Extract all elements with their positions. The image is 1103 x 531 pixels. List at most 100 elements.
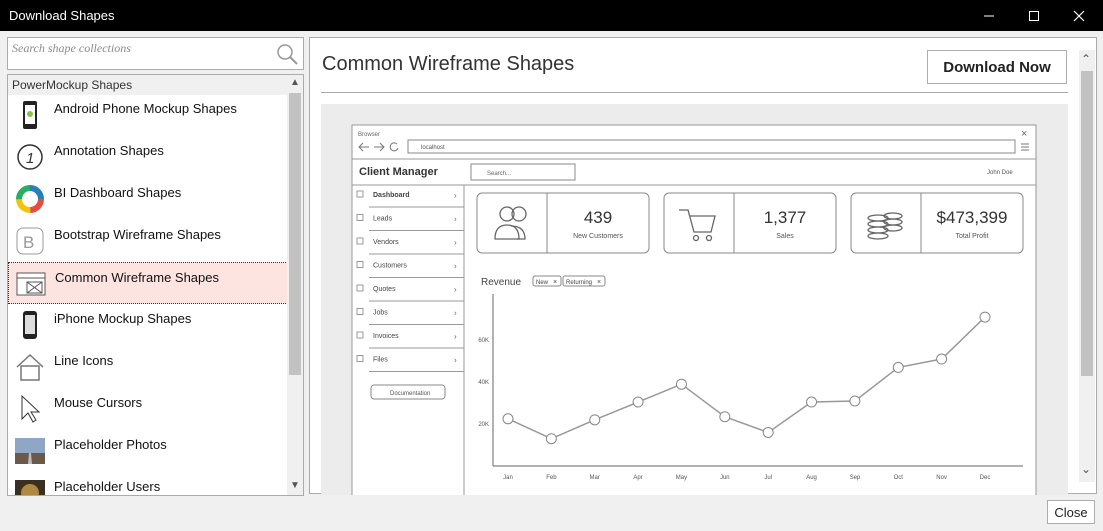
y-tick-label: 40K: [478, 380, 489, 386]
data-point: [979, 311, 991, 323]
collection-title: Common Wireframe Shapes: [322, 53, 575, 75]
x-tick-label: Jul: [764, 475, 772, 481]
list-item-label: iPhone Mockup Shapes: [54, 311, 192, 326]
download-now-button[interactable]: Download Now: [927, 50, 1067, 84]
data-point: [762, 426, 774, 438]
x-tick-label: May: [676, 475, 687, 481]
tag-close-icon: ×: [597, 279, 601, 286]
revenue-label: Revenue: [481, 277, 521, 288]
browser-url: localhost: [421, 145, 445, 151]
nav-item: Invoices: [373, 333, 399, 340]
wireframe-icon: [16, 272, 46, 296]
data-point: [719, 411, 731, 423]
search-icon[interactable]: [275, 42, 299, 66]
list-item-label: Line Icons: [54, 353, 114, 368]
list-item[interactable]: Common Wireframe Shapes: [8, 262, 288, 304]
list-item[interactable]: Line Icons: [8, 346, 288, 388]
minimize-button[interactable]: [966, 0, 1012, 31]
close-button[interactable]: Close: [1047, 500, 1095, 524]
x-tick-label: Apr: [633, 475, 642, 481]
android-phone-icon: [23, 101, 37, 129]
x-tick-label: Nov: [936, 475, 947, 481]
close-window-button[interactable]: [1056, 0, 1102, 31]
nav-chevron-icon: ›: [454, 238, 457, 247]
list-item-label: Placeholder Users: [54, 479, 161, 494]
x-tick-label: Aug: [806, 475, 817, 481]
svg-text:1: 1: [26, 150, 34, 167]
nav-item: Customers: [373, 263, 407, 270]
x-tick-label: Oct: [894, 475, 904, 481]
documentation-button: Documentation: [390, 391, 430, 397]
filter-tag-label: Returning: [566, 280, 592, 286]
x-tick-label: Mar: [590, 475, 600, 481]
app-user: John Doe: [987, 170, 1013, 176]
preview-scrollbar[interactable]: ⌃ ⌄: [1079, 50, 1095, 482]
nav-chevron-icon: ›: [454, 262, 457, 271]
y-tick-label: 60K: [478, 338, 489, 344]
y-tick-label: 20K: [478, 422, 489, 428]
annotation-icon: 1: [17, 144, 43, 170]
stat-value: $473,399: [937, 208, 1008, 227]
list-item-label: Placeholder Photos: [54, 437, 167, 452]
stat-label: Sales: [776, 233, 794, 240]
maximize-icon: [1029, 10, 1039, 21]
app-search: Search...: [487, 171, 511, 177]
nav-chevron-icon: ›: [454, 309, 457, 318]
nav-chevron-icon: ›: [454, 332, 457, 341]
list-item[interactable]: Android Phone Mockup Shapes: [8, 94, 288, 136]
detail-pane: Common Wireframe Shapes Download Now Bro…: [309, 37, 1097, 495]
list-item-label: Android Phone Mockup Shapes: [54, 101, 237, 116]
window-title: Download Shapes: [9, 8, 115, 23]
list-item[interactable]: Placeholder Photos: [8, 430, 288, 472]
filter-tag-label: New: [536, 280, 549, 286]
scrollbar-thumb[interactable]: [1081, 71, 1093, 376]
preview-image: Browser × localhost Client Manager Searc…: [321, 104, 1068, 495]
nav-item: Vendors: [373, 239, 399, 246]
x-tick-label: Jan: [503, 475, 513, 481]
svg-text:B: B: [23, 233, 34, 252]
data-point: [632, 396, 644, 408]
stat-card: [476, 192, 650, 254]
list-item[interactable]: B Bootstrap Wireframe Shapes: [8, 220, 288, 262]
collections-list[interactable]: PowerMockup Shapes Android Phone Mockup …: [7, 74, 304, 496]
data-point: [545, 433, 557, 445]
photo-icon: [15, 438, 45, 464]
x-tick-label: Feb: [546, 475, 557, 481]
list-item-label: Common Wireframe Shapes: [55, 270, 219, 285]
scroll-up-icon[interactable]: ⌃: [1081, 52, 1091, 66]
nav-chevron-icon: ›: [454, 356, 457, 365]
divider: [321, 92, 1068, 93]
wireframe-preview: Browser × localhost Client Manager Searc…: [351, 124, 1037, 495]
stat-label: New Customers: [573, 233, 623, 240]
scroll-up-icon[interactable]: ▲: [290, 77, 300, 88]
data-point: [892, 361, 904, 373]
list-item[interactable]: BI Dashboard Shapes: [8, 178, 288, 220]
stat-card: [663, 192, 837, 254]
collections-pane: Search shape collections PowerMockup Sha…: [7, 37, 304, 496]
scroll-down-icon[interactable]: ▼: [290, 480, 300, 491]
list-item[interactable]: Mouse Cursors: [8, 388, 288, 430]
minimize-icon: [984, 15, 994, 16]
nav-item: Dashboard: [373, 192, 410, 199]
list-item-label: BI Dashboard Shapes: [54, 185, 182, 200]
nav-item: Jobs: [373, 310, 388, 317]
bootstrap-icon: B: [16, 227, 44, 255]
list-item-label: Annotation Shapes: [54, 143, 164, 158]
scrollbar-thumb[interactable]: [289, 93, 301, 375]
x-tick-label: Dec: [980, 475, 991, 481]
list-item[interactable]: Placeholder Users: [8, 472, 288, 495]
iphone-icon: [23, 311, 37, 339]
donut-chart-icon: [16, 185, 44, 213]
list-scrollbar[interactable]: ▲ ▼: [287, 75, 303, 495]
list-item[interactable]: iPhone Mockup Shapes: [8, 304, 288, 346]
x-tick-label: Sep: [850, 475, 861, 481]
data-point: [806, 396, 818, 408]
data-point: [502, 413, 514, 425]
maximize-button[interactable]: [1011, 0, 1057, 31]
cursor-icon: [21, 394, 41, 423]
scroll-down-icon[interactable]: ⌄: [1081, 462, 1091, 476]
search-input[interactable]: Search shape collections: [7, 37, 304, 70]
stat-label: Total Profit: [955, 233, 988, 240]
list-item-label: Mouse Cursors: [54, 395, 143, 410]
list-item[interactable]: 1 Annotation Shapes: [8, 136, 288, 178]
